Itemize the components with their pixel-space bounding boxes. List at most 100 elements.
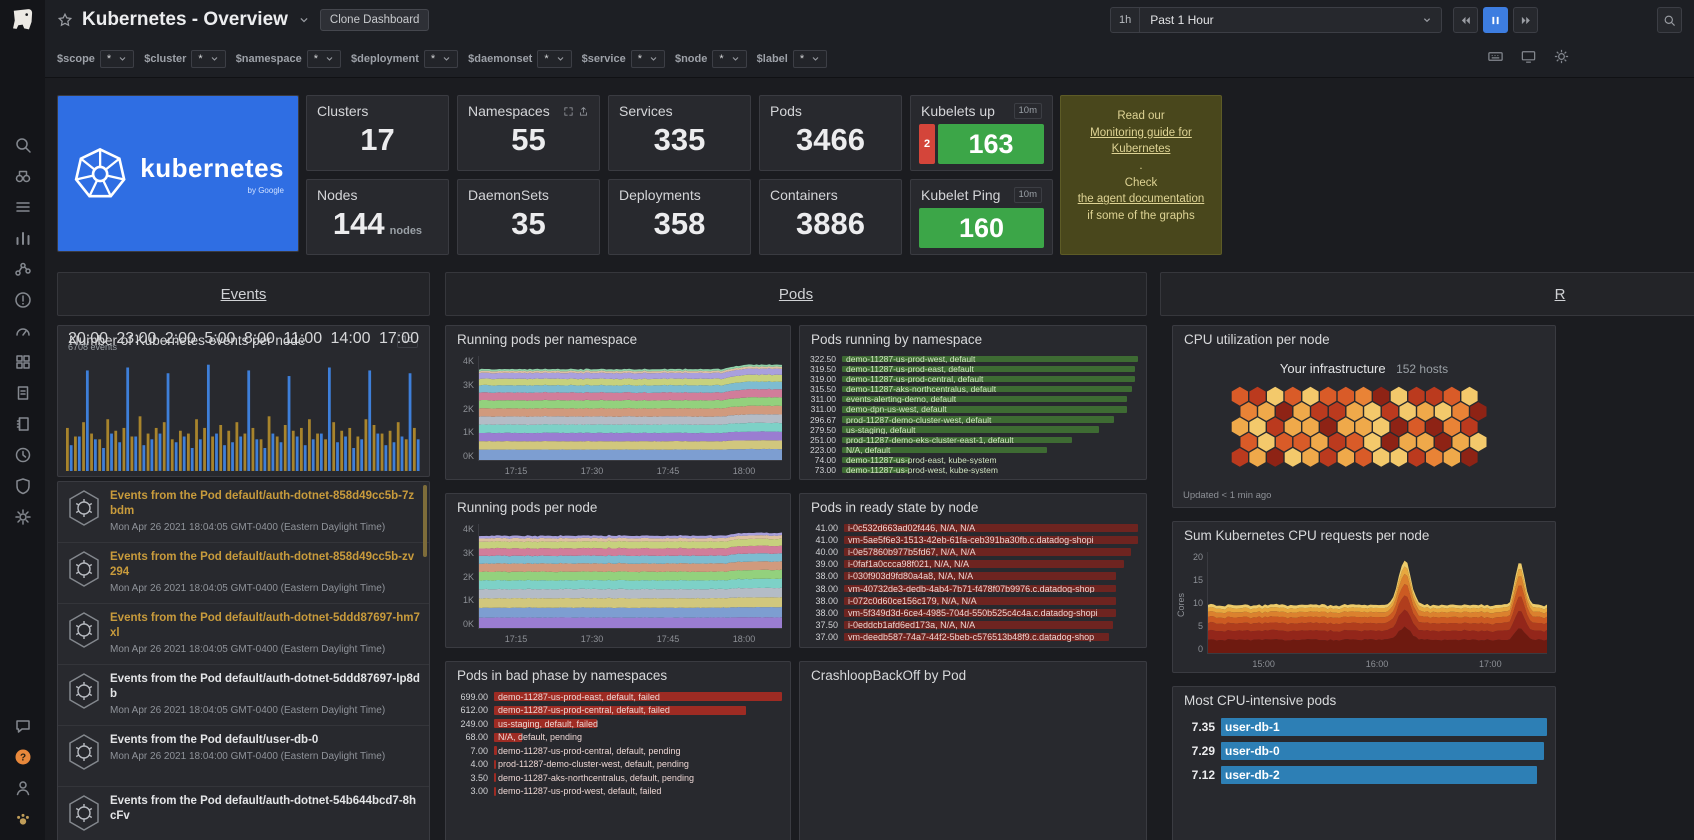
template-var-value[interactable]: * xyxy=(307,50,341,68)
toplist-row[interactable]: 38.00vm-40732de3-dedb-4ab4-7b71-f478f07b… xyxy=(808,582,1138,594)
host-hexagon[interactable] xyxy=(1355,417,1371,436)
host-hexagon[interactable] xyxy=(1285,387,1301,406)
stat-card-clusters[interactable]: Clusters17 xyxy=(306,95,449,171)
host-hexagon[interactable] xyxy=(1320,387,1336,406)
host-hexagon[interactable] xyxy=(1453,402,1469,421)
host-hexagon[interactable] xyxy=(1400,433,1416,452)
sidebar-item-monitors[interactable] xyxy=(9,322,37,340)
time-forward-button[interactable] xyxy=(1513,7,1538,33)
host-hexagon[interactable] xyxy=(1347,402,1363,421)
host-hexagon[interactable] xyxy=(1444,417,1460,436)
stat-card-deployments[interactable]: Deployments358 xyxy=(608,179,751,255)
toplist-row[interactable]: 38.00vm-5f349d3d-6ce4-4985-704d-550b525c… xyxy=(808,607,1138,619)
event-list-item[interactable]: Events from the Pod default/auth-dotnet-… xyxy=(58,604,429,665)
host-hexagon[interactable] xyxy=(1347,433,1363,452)
template-var-scope[interactable]: $scope* xyxy=(57,50,134,68)
toplist-row[interactable]: 41.00i-0c532d663ad02f446, N/A, N/A xyxy=(808,522,1138,534)
template-var-node[interactable]: $node* xyxy=(675,50,747,68)
host-hexagon[interactable] xyxy=(1302,417,1318,436)
host-hexagon[interactable] xyxy=(1294,433,1310,452)
template-var-value[interactable]: * xyxy=(537,50,571,68)
toplist-row[interactable]: 311.00events-alerting-demo, default xyxy=(808,394,1138,404)
host-hexagon[interactable] xyxy=(1241,433,1257,452)
host-hexagon[interactable] xyxy=(1408,448,1424,467)
toplist-row[interactable]: 7.12user-db-2 xyxy=(1181,763,1547,787)
host-hexagon[interactable] xyxy=(1355,387,1371,406)
host-hexagon[interactable] xyxy=(1391,448,1407,467)
stacked-area-chart[interactable] xyxy=(1207,552,1547,654)
sidebar-item-security[interactable] xyxy=(9,477,37,495)
host-hexagon[interactable] xyxy=(1435,433,1451,452)
toplist-row[interactable]: 3.50demo-11287-aks-northcentralus, defau… xyxy=(454,771,782,785)
note-link[interactable]: Monitoring guide for Kubernetes xyxy=(1069,125,1213,158)
host-hexagon[interactable] xyxy=(1400,402,1416,421)
host-hexagon[interactable] xyxy=(1470,433,1486,452)
host-hexagon[interactable] xyxy=(1338,448,1354,467)
event-list-item[interactable]: Events from the Pod default/auth-dotnet-… xyxy=(58,665,429,726)
host-hexagon[interactable] xyxy=(1232,448,1248,467)
toplist-row[interactable]: 251.00prod-11287-demo-eks-cluster-east-1… xyxy=(808,435,1138,445)
toplist-row[interactable]: 319.00demo-11287-us-prod-central, defaul… xyxy=(808,374,1138,384)
sidebar-item-events[interactable] xyxy=(9,198,37,216)
toplist-row[interactable]: 68.00N/A, default, pending xyxy=(454,731,782,745)
host-hexagon[interactable] xyxy=(1355,448,1371,467)
host-hexagon[interactable] xyxy=(1382,402,1398,421)
template-var-value[interactable]: * xyxy=(631,50,665,68)
template-var-value[interactable]: * xyxy=(712,50,746,68)
kubernetes-brand-card[interactable]: kubernetes by Google xyxy=(57,95,299,252)
template-var-cluster[interactable]: $cluster* xyxy=(144,50,225,68)
shortcuts-button[interactable] xyxy=(1487,48,1504,70)
host-hexagon[interactable] xyxy=(1461,387,1477,406)
host-hexagon[interactable] xyxy=(1311,433,1327,452)
toplist-row[interactable]: 7.29user-db-0 xyxy=(1181,739,1547,763)
host-hexagon[interactable] xyxy=(1338,387,1354,406)
host-hexagon[interactable] xyxy=(1373,387,1389,406)
sidebar-item-incidents[interactable] xyxy=(9,291,37,309)
toplist-row[interactable]: 40.00i-0e57860b977b5fd67, N/A, N/A xyxy=(808,546,1138,558)
sidebar-item-notebooks[interactable] xyxy=(9,415,37,433)
sidebar-item-settings[interactable] xyxy=(9,508,37,526)
host-hexagon[interactable] xyxy=(1364,433,1380,452)
host-hexagon[interactable] xyxy=(1276,402,1292,421)
hostmap-hexgrid[interactable] xyxy=(1173,384,1555,474)
host-hexagon[interactable] xyxy=(1320,417,1336,436)
host-hexagon[interactable] xyxy=(1302,448,1318,467)
host-hexagon[interactable] xyxy=(1408,387,1424,406)
toplist-row[interactable]: 37.50i-0eddcb1afd6ed173a, N/A, N/A xyxy=(808,619,1138,631)
template-var-daemonset[interactable]: $daemonset* xyxy=(468,50,571,68)
host-hexagon[interactable] xyxy=(1364,402,1380,421)
sidebar-item-datadog[interactable] xyxy=(9,810,37,828)
toplist-row[interactable]: 315.50demo-11287-aks-northcentralus, def… xyxy=(808,384,1138,394)
stat-card-pods[interactable]: Pods3466 xyxy=(759,95,902,171)
stacked-area-chart[interactable] xyxy=(478,356,782,461)
host-hexagon[interactable] xyxy=(1417,433,1433,452)
sidebar-item-apm[interactable] xyxy=(9,260,37,278)
sidebar-item-synthetics[interactable] xyxy=(9,446,37,464)
event-list-item[interactable]: Events from the Pod default/user-db-0Mon… xyxy=(58,726,429,787)
stat-card-namespaces[interactable]: Namespaces55 xyxy=(457,95,600,171)
host-hexagon[interactable] xyxy=(1391,387,1407,406)
favorite-star-button[interactable] xyxy=(57,12,73,28)
host-hexagon[interactable] xyxy=(1285,448,1301,467)
toplist-row[interactable]: 699.00demo-11287-us-prod-east, default, … xyxy=(454,690,782,704)
toplist-row[interactable]: 223.00N/A, default xyxy=(808,445,1138,455)
stat-card-containers[interactable]: Containers3886 xyxy=(759,179,902,255)
host-hexagon[interactable] xyxy=(1329,433,1345,452)
host-hexagon[interactable] xyxy=(1258,402,1274,421)
host-hexagon[interactable] xyxy=(1453,433,1469,452)
stat-card-nodes[interactable]: Nodes144nodes xyxy=(306,179,449,255)
host-hexagon[interactable] xyxy=(1285,417,1301,436)
host-hexagon[interactable] xyxy=(1338,417,1354,436)
host-hexagon[interactable] xyxy=(1267,448,1283,467)
toplist-row[interactable]: 73.00demo-11287-us-prod-west, kube-syste… xyxy=(808,465,1138,475)
host-hexagon[interactable] xyxy=(1320,448,1336,467)
host-hexagon[interactable] xyxy=(1408,417,1424,436)
sidebar-item-logs[interactable] xyxy=(9,384,37,402)
host-hexagon[interactable] xyxy=(1444,387,1460,406)
event-list-item[interactable]: Events from the Pod default/auth-dotnet-… xyxy=(58,482,429,543)
template-var-namespace[interactable]: $namespace* xyxy=(236,50,341,68)
sidebar-item-watchdog[interactable] xyxy=(9,167,37,185)
toplist-row[interactable]: 74.00demo-11287-us-prod-east, kube-syste… xyxy=(808,455,1138,465)
host-hexagon[interactable] xyxy=(1232,417,1248,436)
host-hexagon[interactable] xyxy=(1373,448,1389,467)
